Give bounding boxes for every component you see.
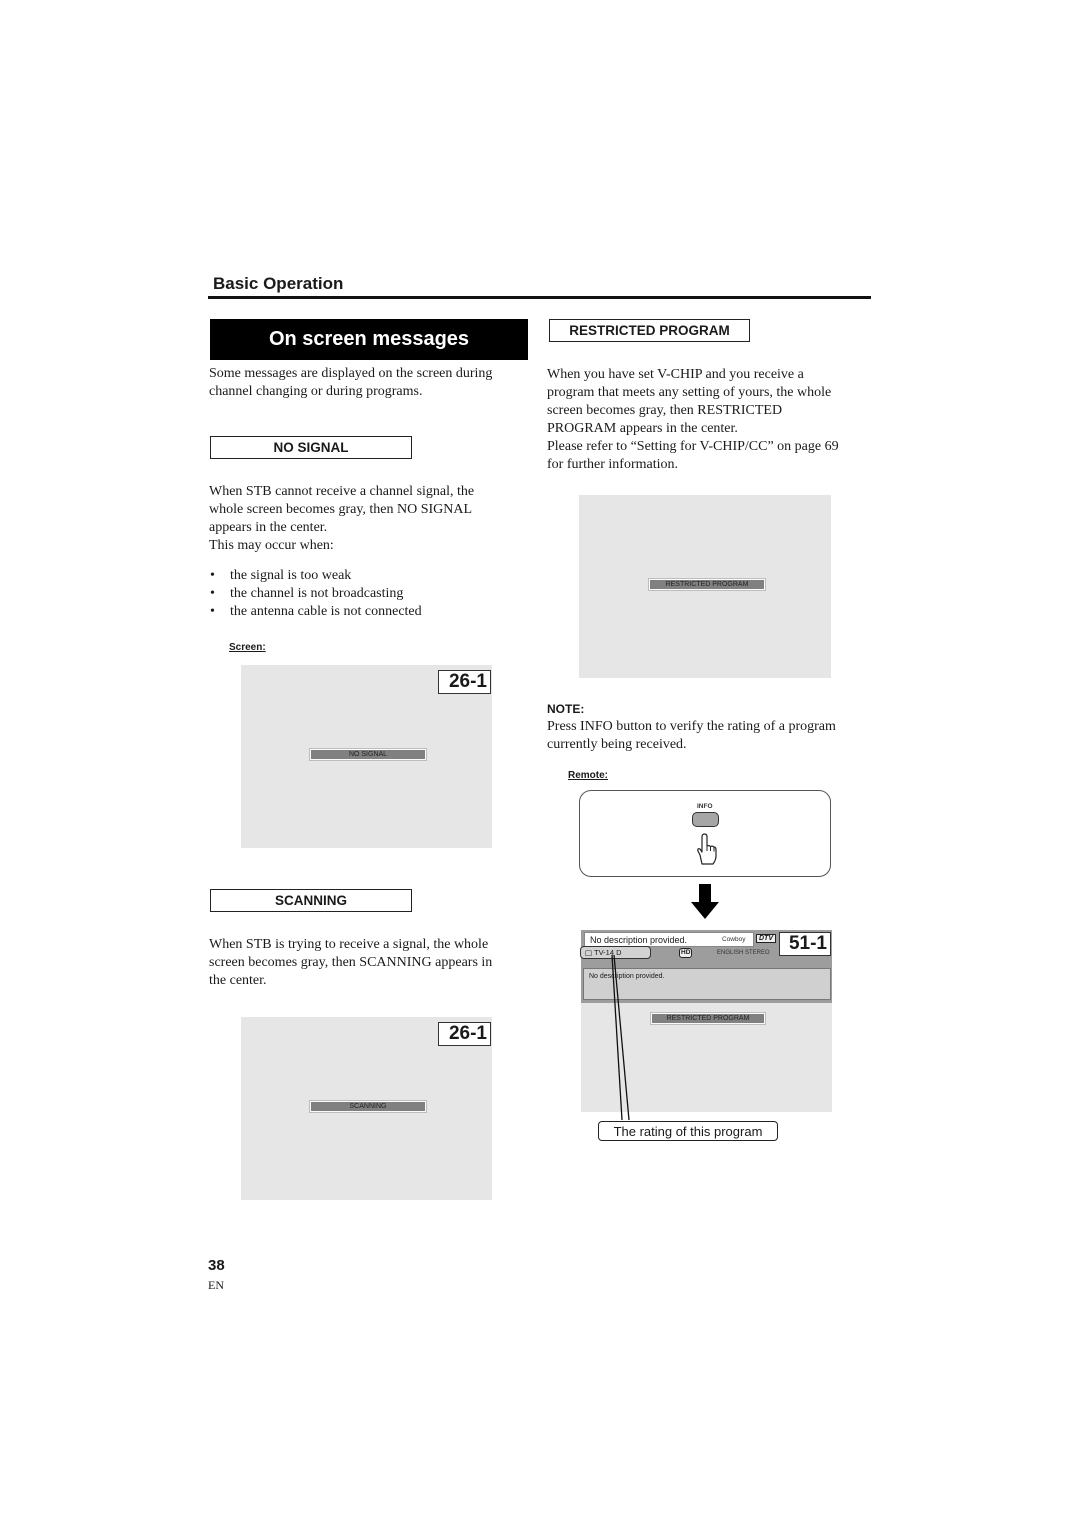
text-line: Press INFO button to verify the rating o… xyxy=(547,719,836,734)
pointing-hand-icon xyxy=(697,833,717,865)
hd-badge: HD xyxy=(679,948,693,958)
text-line: program that meets any setting of yours,… xyxy=(547,385,832,400)
channel-number: 26-1 xyxy=(438,1022,491,1046)
info-button-label: INFO xyxy=(697,803,713,810)
rating-callout: The rating of this program xyxy=(598,1121,778,1141)
section-title: Basic Operation xyxy=(213,274,344,293)
note-title: NOTE: xyxy=(547,702,585,716)
page-title-banner: On screen messages xyxy=(210,319,528,360)
no-signal-heading: NO SIGNAL xyxy=(210,436,412,459)
arrow-down-icon xyxy=(691,884,719,919)
no-signal-message: NO SIGNAL xyxy=(309,748,427,761)
no-signal-description: When STB cannot receive a channel signal… xyxy=(209,483,529,555)
header-rule xyxy=(208,296,871,299)
callout-leader xyxy=(611,955,630,1121)
restricted-message: RESTRICTED PROGRAM xyxy=(650,1012,766,1025)
text-line: the center. xyxy=(209,973,267,988)
list-item: the signal is too weak xyxy=(209,567,529,585)
list-item: the antenna cable is not connected xyxy=(209,603,529,621)
text-line: screen becomes gray, then RESTRICTED xyxy=(547,403,783,418)
scanning-description: When STB is trying to receive a signal, … xyxy=(209,936,529,990)
program-genre: Cowboy xyxy=(722,936,746,943)
text-line: When STB is trying to receive a signal, … xyxy=(209,937,489,952)
dtv-logo: DTV xyxy=(756,934,776,943)
remote-caption: Remote: xyxy=(568,770,609,781)
text-line: When STB cannot receive a channel signal… xyxy=(209,484,475,499)
text-line: whole screen becomes gray, then NO SIGNA… xyxy=(209,502,473,517)
program-description: No description provided. xyxy=(590,934,688,945)
intro-text: Some messages are displayed on the scree… xyxy=(209,366,493,399)
restricted-screen: RESTRICTED PROGRAM xyxy=(579,495,831,678)
text-line: PROGRAM appears in the center. xyxy=(547,421,738,436)
audio-info: ENGLISH STEREO xyxy=(717,950,770,956)
channel-number: 51-1 xyxy=(779,932,831,956)
no-signal-screen: 26-1 NO SIGNAL xyxy=(241,665,492,848)
remote-illustration: INFO xyxy=(579,790,831,877)
restricted-message: RESTRICTED PROGRAM xyxy=(648,578,766,591)
scanning-message: SCANNING xyxy=(309,1100,427,1113)
page-number: 38 xyxy=(208,1257,225,1274)
text-line: for further information. xyxy=(547,457,679,472)
restricted-heading: RESTRICTED PROGRAM xyxy=(549,319,750,342)
channel-number: 26-1 xyxy=(438,670,491,694)
scanning-screen: 26-1 SCANNING xyxy=(241,1017,492,1200)
text-line: This may occur when: xyxy=(209,538,334,553)
lock-icon xyxy=(585,949,592,956)
text-line: When you have set V-CHIP and you receive… xyxy=(547,367,804,382)
info-button[interactable] xyxy=(692,812,719,827)
screen-caption: Screen: xyxy=(229,642,266,653)
restricted-description: When you have set V-CHIP and you receive… xyxy=(547,366,877,474)
no-signal-causes-list: the signal is too weak the channel is no… xyxy=(209,567,529,621)
scanning-heading: SCANNING xyxy=(210,889,412,912)
text-line: screen becomes gray, then SCANNING appea… xyxy=(209,955,493,970)
language-code: EN xyxy=(208,1278,224,1292)
note-text: Press INFO button to verify the rating o… xyxy=(547,718,877,754)
text-line: appears in the center. xyxy=(209,520,328,535)
text-line: Please refer to “Setting for V-CHIP/CC” … xyxy=(547,439,839,454)
list-item: the channel is not broadcasting xyxy=(209,585,529,603)
text-line: currently being received. xyxy=(547,737,687,752)
